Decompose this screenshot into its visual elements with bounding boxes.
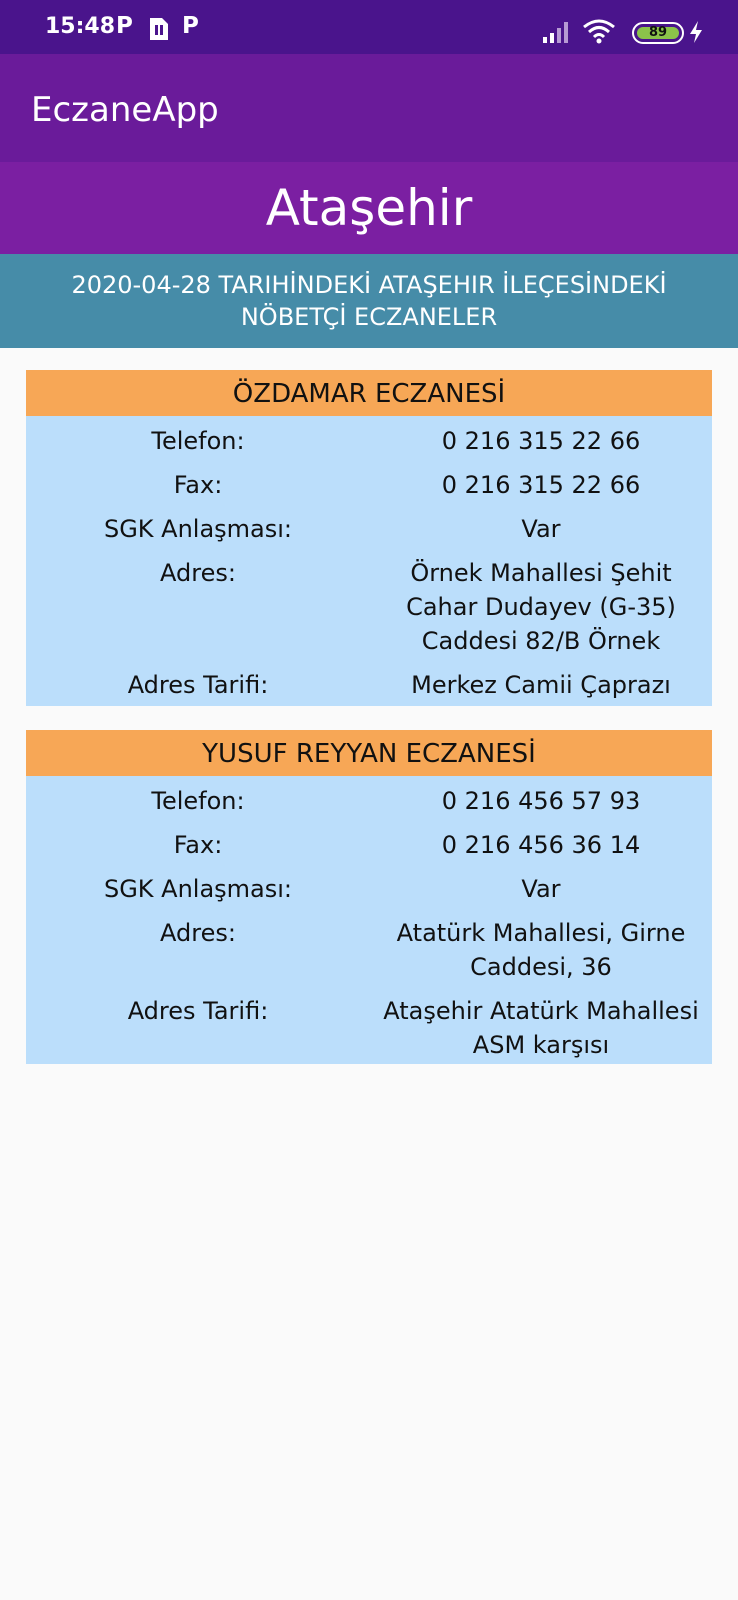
- phone-row: Telefon: 0 216 315 22 66: [26, 416, 712, 458]
- pharmacy-card[interactable]: YUSUF REYYAN ECZANESİ Telefon: 0 216 456…: [26, 730, 712, 1064]
- status-time: 15:48: [45, 14, 116, 39]
- page-subtitle: 2020-04-28 TARIHİNDEKİ ATAŞEHIR İLEÇESİN…: [0, 254, 738, 348]
- charging-icon: [688, 20, 704, 49]
- address-value: Atatürk Mahallesi, Girne Caddesi, 36: [370, 916, 712, 984]
- app-bar: EczaneApp: [0, 54, 738, 162]
- directions-label: Adres Tarifi:: [127, 997, 269, 1025]
- directions-line: ASM karşısı: [472, 1031, 610, 1059]
- address-label: Adres:: [160, 919, 236, 947]
- address-line: Atatürk Mahallesi, Girne: [396, 919, 686, 947]
- directions-value: Merkez Camii Çaprazı: [370, 668, 712, 702]
- address-row: Adres: Atatürk Mahallesi, Girne Caddesi,…: [26, 906, 712, 984]
- address-label: Adres:: [160, 559, 236, 587]
- fax-row: Fax: 0 216 315 22 66: [26, 458, 712, 502]
- address-line: Caddesi 82/B Örnek: [421, 627, 661, 655]
- subtitle-line: NÖBETÇİ ECZANELER: [240, 303, 498, 331]
- directions-line: Ataşehir Atatürk Mahallesi: [383, 997, 699, 1025]
- pharmacy-card[interactable]: ÖZDAMAR ECZANESİ Telefon: 0 216 315 22 6…: [26, 370, 712, 706]
- battery-icon: 89: [632, 22, 684, 44]
- status-bar: 15:48 P P 89: [0, 0, 738, 54]
- signal-icon: [542, 20, 572, 49]
- sgk-row: SGK Anlaşması: Var: [26, 502, 712, 546]
- sim-card-icon: [146, 16, 172, 47]
- phone-label: Telefon:: [151, 427, 245, 455]
- phone-value[interactable]: 0 216 315 22 66: [370, 424, 712, 458]
- directions-label: Adres Tarifi:: [127, 671, 269, 699]
- sgk-value: Var: [521, 515, 561, 543]
- fax-label: Fax:: [173, 831, 223, 859]
- subtitle-line: 2020-04-28 TARIHİNDEKİ ATAŞEHIR İLEÇESİN…: [71, 271, 667, 299]
- parking-icon-2: P: [182, 13, 199, 39]
- pharmacy-name: YUSUF REYYAN ECZANESİ: [26, 730, 712, 776]
- sgk-value: Var: [521, 875, 561, 903]
- phone-value[interactable]: 0 216 456 57 93: [370, 784, 712, 818]
- app-title: EczaneApp: [31, 90, 219, 130]
- address-value: Örnek Mahallesi Şehit Cahar Dudayev (G-3…: [370, 556, 712, 658]
- phone-label: Telefon:: [151, 787, 245, 815]
- wifi-icon: [582, 18, 616, 49]
- directions-row: Adres Tarifi: Ataşehir Atatürk Mahallesi…: [26, 984, 712, 1064]
- phone-row: Telefon: 0 216 456 57 93: [26, 776, 712, 818]
- fax-value: 0 216 315 22 66: [441, 471, 641, 499]
- address-row: Adres: Örnek Mahallesi Şehit Cahar Duday…: [26, 546, 712, 658]
- fax-value: 0 216 456 36 14: [441, 831, 641, 859]
- pharmacy-name: ÖZDAMAR ECZANESİ: [26, 370, 712, 416]
- sgk-label: SGK Anlaşması:: [103, 515, 293, 543]
- address-line: Caddesi, 36: [470, 953, 612, 981]
- fax-label: Fax:: [173, 471, 223, 499]
- directions-row: Adres Tarifi: Merkez Camii Çaprazı: [26, 658, 712, 706]
- directions-value: Ataşehir Atatürk Mahallesi ASM karşısı: [370, 994, 712, 1062]
- address-line: Örnek Mahallesi Şehit: [410, 559, 672, 587]
- district-title: Ataşehir: [0, 162, 738, 254]
- sgk-row: SGK Anlaşması: Var: [26, 862, 712, 906]
- parking-icon: P: [116, 13, 133, 39]
- fax-row: Fax: 0 216 456 36 14: [26, 818, 712, 862]
- sgk-label: SGK Anlaşması:: [103, 875, 293, 903]
- address-line: Cahar Dudayev (G-35): [406, 593, 676, 621]
- battery-level: 89: [637, 26, 679, 39]
- directions-line: Merkez Camii Çaprazı: [411, 671, 671, 699]
